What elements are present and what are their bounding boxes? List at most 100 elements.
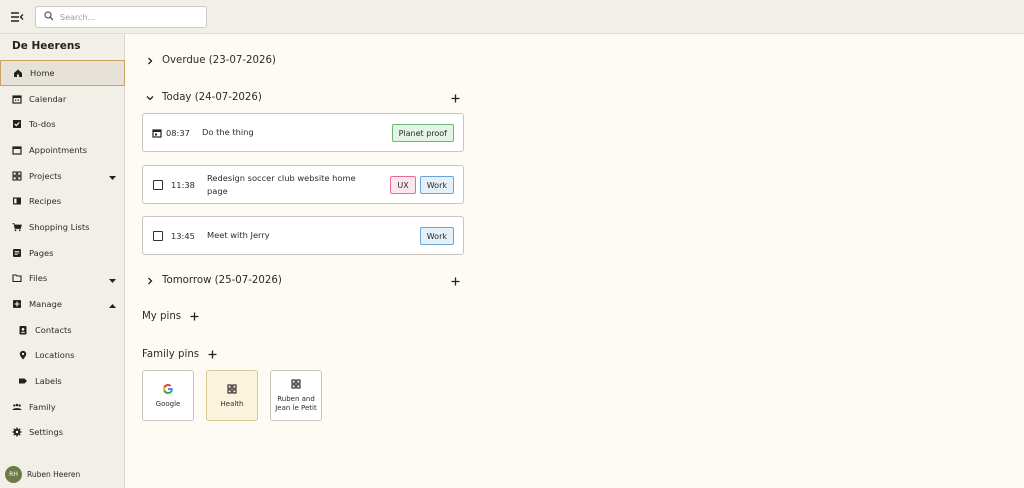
chevron-right-icon bbox=[145, 276, 155, 286]
caret-up-icon bbox=[109, 301, 116, 311]
google-icon bbox=[162, 383, 174, 395]
tomorrow-section-toggle[interactable]: Tomorrow (25-07-2026) bbox=[145, 275, 282, 286]
sidebar-item-shopping-lists[interactable]: Shopping Lists bbox=[0, 214, 125, 240]
sidebar-item-home[interactable]: Home bbox=[0, 60, 125, 86]
sidebar-item-label: Locations bbox=[35, 350, 75, 361]
sidebar-item-label: Appointments bbox=[29, 144, 88, 155]
todo-time: 13:45 bbox=[171, 230, 195, 241]
add-today-plus-icon[interactable] bbox=[450, 93, 461, 104]
home-icon bbox=[13, 68, 23, 78]
overdue-section-toggle[interactable]: Overdue (23-07-2026) bbox=[145, 55, 276, 66]
grid-icon bbox=[12, 171, 22, 181]
checkbox-icon bbox=[12, 119, 22, 129]
gear-icon bbox=[12, 427, 22, 437]
todo-card[interactable]: 13:45 Meet with Jerry Work bbox=[142, 216, 464, 255]
sidebar-item-label: Labels bbox=[35, 376, 62, 387]
todo-card[interactable]: 11:38 Redesign soccer club website home … bbox=[142, 165, 464, 204]
pin-label: Google bbox=[155, 399, 181, 408]
sidebar-item-appointments[interactable]: Appointments bbox=[0, 137, 125, 163]
todo-checkbox[interactable] bbox=[153, 230, 163, 241]
location-pin-icon bbox=[18, 350, 28, 360]
overdue-heading: Overdue (23-07-2026) bbox=[162, 55, 276, 66]
caret-down-icon bbox=[109, 276, 116, 286]
grid-icon bbox=[226, 383, 238, 395]
tag-badge[interactable]: UX bbox=[390, 176, 416, 194]
sidebar-item-settings[interactable]: Settings bbox=[0, 420, 125, 446]
add-my-pin-plus-icon[interactable] bbox=[189, 311, 200, 322]
pin-google[interactable]: Google bbox=[142, 370, 194, 421]
todo-checkbox[interactable] bbox=[153, 179, 163, 190]
add-family-pin-plus-icon[interactable] bbox=[207, 349, 218, 360]
sidebar-item-locations[interactable]: Locations bbox=[0, 343, 125, 369]
page-icon bbox=[12, 248, 22, 258]
sidebar-item-label: Manage bbox=[29, 299, 62, 310]
sidebar-item-todos[interactable]: To-dos bbox=[0, 111, 125, 137]
pin-label: Ruben and Jean le Petit bbox=[275, 395, 317, 412]
tag-badge[interactable]: Planet proof bbox=[391, 124, 454, 142]
user-profile[interactable]: RH Ruben Heeren bbox=[5, 466, 80, 483]
sidebar-item-label: Recipes bbox=[29, 196, 62, 207]
todo-title: Meet with Jerry bbox=[207, 230, 270, 240]
sidebar-item-label: Home bbox=[30, 67, 55, 78]
chevron-down-icon bbox=[145, 93, 155, 103]
calendar-blank-icon bbox=[12, 145, 22, 155]
sidebar-item-calendar[interactable]: Calendar bbox=[0, 86, 125, 112]
sidebar-item-label: Calendar bbox=[29, 93, 67, 104]
sidebar-item-label: Shopping Lists bbox=[29, 221, 90, 232]
grid-icon bbox=[290, 378, 302, 390]
main-content: Overdue (23-07-2026) Today (24-07-2026) … bbox=[126, 35, 1024, 488]
top-bar bbox=[0, 0, 1024, 34]
family-pins-heading: Family pins bbox=[142, 349, 200, 360]
sidebar-item-manage[interactable]: Manage bbox=[0, 291, 125, 317]
calendar-event-icon bbox=[152, 128, 162, 138]
pin-health[interactable]: Health bbox=[206, 370, 258, 421]
my-pins-heading: My pins bbox=[142, 311, 182, 322]
sidebar-nav: Home Calendar To-dos Appointments Projec… bbox=[0, 60, 125, 445]
manage-icon bbox=[12, 299, 22, 309]
collapse-menu-icon[interactable] bbox=[10, 10, 24, 24]
sidebar-item-files[interactable]: Files bbox=[0, 266, 125, 292]
today-section-toggle[interactable]: Today (24-07-2026) bbox=[145, 92, 262, 103]
todo-tags: Work bbox=[419, 227, 454, 245]
todo-tags: UX Work bbox=[390, 176, 454, 194]
user-name: Ruben Heeren bbox=[27, 470, 81, 479]
book-icon bbox=[12, 196, 22, 206]
contacts-icon bbox=[18, 325, 28, 335]
event-card[interactable]: 08:37 Do the thing Planet proof bbox=[142, 113, 464, 152]
sidebar: De Heerens Home Calendar To-dos Appointm… bbox=[0, 34, 125, 488]
sidebar-item-label: Pages bbox=[29, 247, 54, 258]
caret-down-icon bbox=[109, 173, 116, 183]
sidebar-item-pages[interactable]: Pages bbox=[0, 240, 125, 266]
sidebar-item-label: Contacts bbox=[35, 324, 72, 335]
event-tags: Planet proof bbox=[391, 124, 454, 142]
pin-ruben-and-jean[interactable]: Ruben and Jean le Petit bbox=[270, 370, 322, 421]
sidebar-item-recipes[interactable]: Recipes bbox=[0, 188, 125, 214]
my-pins-header: My pins bbox=[142, 311, 200, 322]
sidebar-item-label: Family bbox=[29, 401, 56, 412]
sidebar-item-projects[interactable]: Projects bbox=[0, 163, 125, 189]
pin-label: Health bbox=[220, 399, 244, 408]
tag-badge[interactable]: Work bbox=[419, 176, 454, 194]
sidebar-item-label: To-dos bbox=[29, 119, 56, 130]
tag-badge[interactable]: Work bbox=[419, 227, 454, 245]
brand-title: De Heerens bbox=[12, 40, 81, 52]
add-tomorrow-plus-icon[interactable] bbox=[450, 276, 461, 287]
sidebar-item-family[interactable]: Family bbox=[0, 394, 125, 420]
sidebar-item-label: Settings bbox=[29, 427, 64, 438]
event-title: Do the thing bbox=[202, 127, 254, 137]
today-heading: Today (24-07-2026) bbox=[162, 92, 262, 103]
family-pins-header: Family pins bbox=[142, 349, 218, 360]
label-icon bbox=[18, 376, 28, 386]
sidebar-item-labels[interactable]: Labels bbox=[0, 368, 125, 394]
folder-icon bbox=[12, 273, 22, 283]
chevron-right-icon bbox=[145, 56, 155, 66]
search-input[interactable] bbox=[60, 12, 200, 22]
sidebar-item-contacts[interactable]: Contacts bbox=[0, 317, 125, 343]
todo-time: 11:38 bbox=[171, 179, 195, 190]
family-icon bbox=[12, 402, 22, 412]
sidebar-item-label: Files bbox=[29, 273, 48, 284]
search-box[interactable] bbox=[35, 6, 207, 28]
event-time: 08:37 bbox=[166, 127, 190, 138]
avatar: RH bbox=[5, 466, 22, 483]
sidebar-item-label: Projects bbox=[29, 170, 62, 181]
